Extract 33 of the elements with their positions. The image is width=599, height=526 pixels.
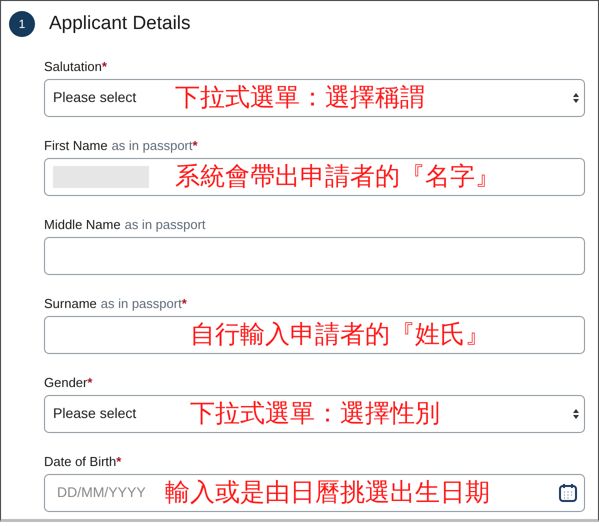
required-mark: * (116, 454, 122, 468)
annotation-text: 輸入或是由日曆挑選出生日期 (165, 480, 490, 505)
annotation-text: 下拉式選單：選擇性別 (190, 401, 440, 426)
step-number: 1 (9, 11, 35, 38)
input-field[interactable]: 自行輸入申請者的『姓氏』 (44, 316, 585, 354)
sort-caret-icon (572, 408, 580, 420)
date-placeholder: DD/MM/YYYY (57, 483, 146, 502)
input-field[interactable] (44, 236, 585, 274)
field-label: Salutation (44, 58, 102, 74)
select-value: Please select (53, 88, 136, 107)
section-title: Applicant Details (49, 12, 191, 36)
field-label: Middle Name (44, 216, 121, 232)
select-field[interactable]: Please select 下拉式選單：選擇稱謂 (44, 78, 585, 116)
field-hint: as in passport (100, 296, 182, 310)
field-label: Surname (44, 296, 97, 310)
field-label: Date of Birth (44, 454, 116, 468)
required-mark: * (87, 374, 92, 390)
field-hint: as in passport (124, 216, 206, 232)
annotation-text: 下拉式選單：選擇稱謂 (175, 85, 425, 110)
select-field[interactable]: Please select 下拉式選單：選擇性別 (44, 394, 585, 432)
annotation-text: 系統會帶出申請者的『名字』 (175, 164, 500, 189)
select-value: Please select (53, 404, 136, 423)
input-field[interactable]: 系統會帶出申請者的『名字』 (44, 158, 585, 196)
required-mark: * (192, 138, 198, 152)
field-label: First Name (44, 138, 108, 152)
annotation-text: 自行輸入申請者的『姓氏』 (190, 322, 490, 347)
required-mark: * (182, 296, 187, 310)
calendar-icon[interactable] (558, 482, 578, 502)
sort-caret-icon (572, 92, 580, 104)
field-hint: as in passport (112, 138, 192, 152)
date-field[interactable]: DD/MM/YYYY 輸入或是由日曆挑選出生日期 (44, 474, 585, 512)
required-mark: * (102, 58, 107, 74)
field-label: Gender (44, 374, 88, 390)
